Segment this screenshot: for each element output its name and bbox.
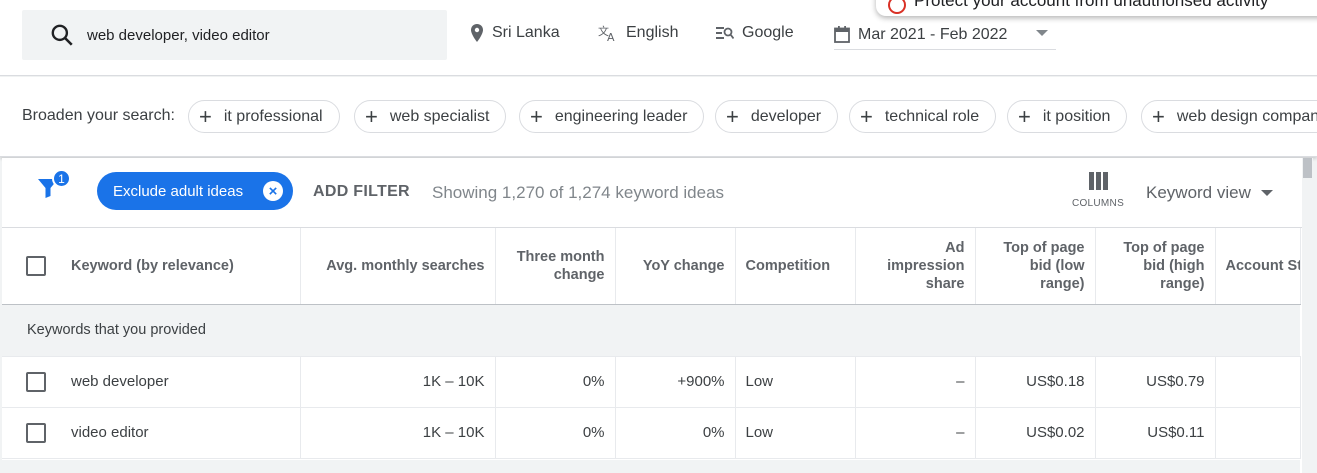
chip-label: it position: [1042, 107, 1111, 125]
chevron-down-icon: [1260, 190, 1273, 196]
select-all-checkbox[interactable]: [26, 255, 46, 276]
chip-label: technical role: [884, 107, 980, 125]
keyword-ideas-card: 1 Exclude adult ideas × ADD FILTER Showi…: [2, 158, 1313, 473]
chip-label: web design company: [1176, 107, 1317, 125]
yoy-cell: 0%: [615, 407, 736, 459]
location-pin-icon: [471, 24, 483, 42]
broaden-chip[interactable]: + it professional: [188, 100, 340, 133]
chip-label: web specialist: [389, 107, 490, 125]
network-label: Google: [742, 24, 794, 41]
table-bottom-strip: [2, 460, 1300, 473]
keyword-view-select[interactable]: Keyword view: [1146, 183, 1273, 203]
plus-icon: +: [1018, 103, 1031, 129]
columns-button[interactable]: COLUMNS: [1070, 172, 1126, 218]
bid-low-cell: US$0.18: [975, 356, 1096, 408]
bid-low-cell: US$0.02: [975, 407, 1096, 459]
broaden-chip[interactable]: + web specialist: [354, 100, 507, 133]
notification-text: Protect your account from unauthorised a…: [914, 0, 1269, 10]
plus-icon: +: [1152, 103, 1165, 129]
error-icon: [888, 0, 906, 14]
chip-label: engineering leader: [554, 107, 688, 125]
ad-share-cell: –: [855, 356, 976, 408]
account-status-header[interactable]: Account St: [1215, 228, 1301, 305]
keyword-column-header[interactable]: Keyword (by relevance): [2, 228, 301, 305]
row-checkbox[interactable]: [26, 422, 46, 443]
plus-icon: +: [365, 103, 378, 129]
group-row: Keywords that you provided: [2, 304, 1300, 357]
broaden-search-bar: Broaden your search: + it professional + w…: [0, 77, 1317, 157]
three-month-cell: 0%: [495, 407, 616, 459]
ad-share-cell: –: [855, 407, 976, 459]
close-icon[interactable]: ×: [263, 181, 283, 201]
result-count: Showing 1,270 of 1,274 keyword ideas: [432, 183, 725, 202]
avg-cell: 1K – 10K: [300, 356, 496, 408]
row-checkbox[interactable]: [26, 371, 46, 392]
exclude-adult-ideas-chip[interactable]: Exclude adult ideas ×: [97, 172, 293, 210]
avg-cell: 1K – 10K: [300, 407, 496, 459]
bid-low-header[interactable]: Top of page bid (low range): [975, 228, 1096, 305]
table-row[interactable]: video editor 1K – 10K 0% 0% Low – US$0.0…: [2, 407, 1301, 459]
language-label: English: [626, 24, 679, 41]
broaden-chip[interactable]: + technical role: [849, 100, 997, 133]
search-network-icon: [716, 27, 734, 40]
competition-cell: Low: [735, 407, 856, 459]
account-cell: [1215, 407, 1301, 459]
columns-label: COLUMNS: [1071, 198, 1125, 209]
yoy-cell: +900%: [615, 356, 736, 408]
network-selector[interactable]: Google: [716, 24, 794, 42]
chevron-down-icon: [1036, 30, 1048, 36]
broaden-chip[interactable]: + developer: [715, 100, 839, 133]
keyword-cell: web developer: [71, 373, 169, 390]
translate-icon: 文 A: [598, 24, 615, 42]
calendar-icon: [834, 26, 850, 43]
table-toolbar: 1 Exclude adult ideas × ADD FILTER Showi…: [2, 158, 1313, 228]
bid-high-cell: US$0.11: [1095, 407, 1216, 459]
date-range-select[interactable]: Mar 2021 - Feb 2022: [834, 20, 1056, 50]
search-box[interactable]: web developer, video editor: [22, 10, 447, 60]
table-header-row: Keyword (by relevance) Avg. monthly sear…: [2, 228, 1301, 305]
broaden-label: Broaden your search:: [22, 107, 175, 124]
group-label: Keywords that you provided: [2, 304, 1300, 357]
three-month-cell: 0%: [495, 356, 616, 408]
search-icon: [51, 24, 73, 46]
bid-high-cell: US$0.79: [1095, 356, 1216, 408]
filter-count-badge: 1: [52, 169, 71, 188]
header-label: Keyword (by relevance): [71, 257, 234, 274]
keyword-table: Keyword (by relevance) Avg. monthly sear…: [2, 228, 1301, 459]
date-range-label: Mar 2021 - Feb 2022: [858, 25, 1008, 43]
add-filter-button[interactable]: ADD FILTER: [313, 183, 410, 201]
svg-text:A: A: [607, 31, 615, 42]
broaden-chip[interactable]: + web design company: [1141, 100, 1317, 133]
competition-cell: Low: [735, 356, 856, 408]
yoy-change-header[interactable]: YoY change: [615, 228, 736, 305]
vertical-scrollbar[interactable]: [1302, 158, 1313, 473]
location-label: Sri Lanka: [492, 24, 560, 41]
competition-header[interactable]: Competition: [735, 228, 856, 305]
avg-monthly-searches-header[interactable]: Avg. monthly searches: [300, 228, 496, 305]
chip-label: developer: [750, 107, 822, 125]
keyword-cell: video editor: [71, 424, 149, 441]
language-selector[interactable]: 文 A English: [598, 24, 678, 42]
security-notification[interactable]: Protect your account from unauthorised a…: [876, 0, 1317, 16]
plus-icon: +: [199, 103, 212, 129]
chip-label: it professional: [223, 107, 323, 125]
ad-impression-share-header[interactable]: Ad impression share: [855, 228, 976, 305]
table-row[interactable]: web developer 1K – 10K 0% +900% Low – US…: [2, 356, 1301, 408]
view-label: Keyword view: [1146, 183, 1251, 202]
broaden-chip[interactable]: + it position: [1007, 100, 1128, 133]
plus-icon: +: [726, 103, 739, 129]
columns-icon: [1088, 172, 1108, 190]
plus-icon: +: [530, 103, 543, 129]
plus-icon: +: [860, 103, 873, 129]
chip-label: Exclude adult ideas: [113, 182, 244, 200]
account-cell: [1215, 356, 1301, 408]
location-selector[interactable]: Sri Lanka: [470, 24, 560, 42]
scrollbar-thumb[interactable]: [1303, 158, 1312, 178]
search-query[interactable]: web developer, video editor: [87, 27, 270, 44]
three-month-change-header[interactable]: Three month change: [495, 228, 616, 305]
bid-high-header[interactable]: Top of page bid (high range): [1095, 228, 1216, 305]
broaden-chip[interactable]: + engineering leader: [519, 100, 705, 133]
